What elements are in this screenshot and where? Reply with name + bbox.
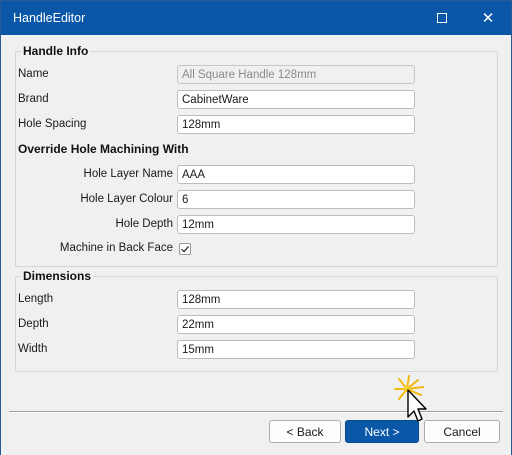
length-field[interactable]	[177, 290, 415, 309]
length-label: Length	[18, 293, 54, 305]
override-heading: Override Hole Machining With	[18, 142, 189, 156]
close-icon: ✕	[481, 9, 495, 27]
hole-layer-name-label: Hole Layer Name	[83, 168, 173, 180]
hole-depth-label: Hole Depth	[115, 218, 173, 230]
dimensions-legend: Dimensions	[21, 269, 94, 283]
hole-spacing-label: Hole Spacing	[18, 118, 87, 130]
hole-layer-colour-label: Hole Layer Colour	[80, 193, 173, 205]
name-label: Name	[18, 68, 49, 80]
name-field	[177, 65, 415, 84]
maximize-icon	[437, 13, 447, 23]
dialog-body: Handle Info Name Brand Hole Spacing Over…	[1, 35, 511, 455]
hole-layer-name-field[interactable]	[177, 165, 415, 184]
handle-info-legend: Handle Info	[21, 44, 91, 58]
width-label: Width	[18, 343, 48, 355]
machine-back-face-label: Machine in Back Face	[59, 242, 173, 254]
maximize-button[interactable]	[419, 1, 465, 35]
cancel-button[interactable]: Cancel	[424, 420, 500, 443]
hole-depth-field[interactable]	[177, 215, 415, 234]
back-button[interactable]: < Back	[269, 420, 341, 443]
width-field[interactable]	[177, 340, 415, 359]
depth-label: Depth	[18, 318, 49, 330]
title-bar[interactable]: HandleEditor ✕	[1, 1, 511, 35]
brand-label: Brand	[18, 93, 49, 105]
machine-back-face-checkbox[interactable]	[179, 243, 191, 255]
close-button[interactable]: ✕	[465, 1, 511, 35]
brand-field[interactable]	[177, 90, 415, 109]
hole-layer-colour-field[interactable]	[177, 190, 415, 209]
window-title: HandleEditor	[13, 11, 86, 25]
checkmark-icon	[181, 245, 190, 253]
mouse-cursor-icon	[394, 375, 427, 422]
hole-spacing-field[interactable]	[177, 115, 415, 134]
depth-field[interactable]	[177, 315, 415, 334]
handle-editor-window: HandleEditor ✕ Handle Info Name Brand Ho…	[0, 0, 512, 455]
